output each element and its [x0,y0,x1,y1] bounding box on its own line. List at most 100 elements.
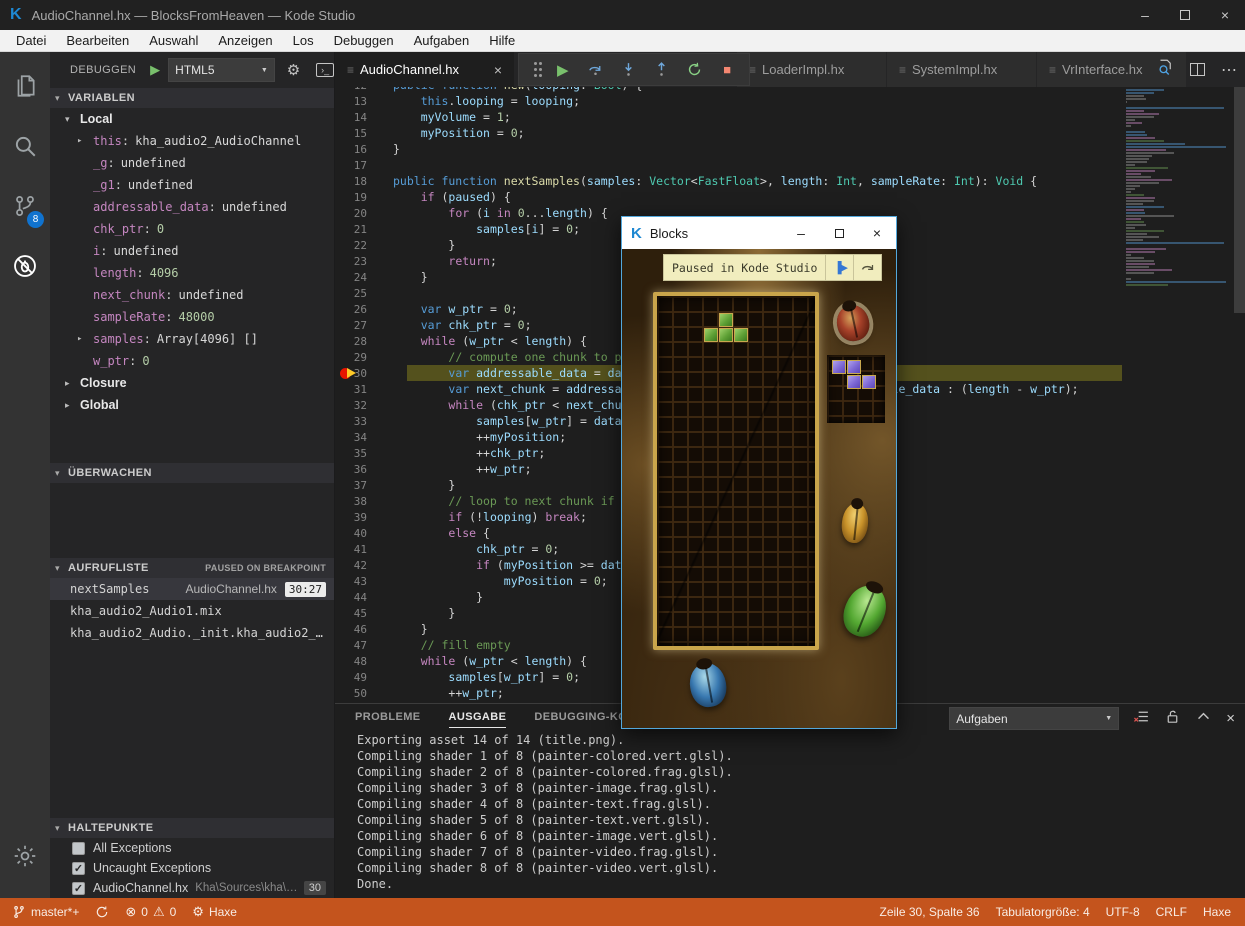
encoding[interactable]: UTF-8 [1098,905,1148,919]
scope-closure[interactable]: ▸ Closure [50,372,334,394]
code-line-13[interactable]: 13 this.looping = looping; [335,93,1245,109]
explorer-icon[interactable] [0,62,50,110]
cursor-position[interactable]: Zeile 30, Spalte 36 [872,905,988,919]
scope-global[interactable]: ▸ Global [50,394,334,416]
scope-local[interactable]: ▾ Local [50,108,334,130]
language-mode[interactable]: Haxe [1195,905,1239,919]
close-icon[interactable]: × [858,217,896,249]
menu-item-bearbeiten[interactable]: Bearbeiten [56,33,139,48]
variable-row[interactable]: next_chunk:undefined [50,284,334,306]
output-channel-select[interactable]: Aufgaben ▼ [949,707,1119,730]
stop-icon[interactable]: ■ [716,62,738,77]
variable-row[interactable]: sampleRate:48000 [50,306,334,328]
tab-audiochannel[interactable]: ≡ AudioChannel.hx × [335,52,515,87]
game-window[interactable]: K Blocks – × Paused in Kode Studio ▐▶ [621,216,897,729]
token: < [691,174,698,188]
tab-size[interactable]: Tabulatorgröße: 4 [988,905,1098,919]
lock-icon[interactable] [1164,708,1181,730]
callstack-frame[interactable]: kha_audio2_Audio1.mix [50,600,334,622]
code-line-18[interactable]: 18public function nextSamples(samples: V… [335,173,1245,189]
variable-row[interactable]: ▸this:kha_audio2_AudioChannel [50,130,334,152]
source-control-icon[interactable]: 8 [0,182,50,230]
debug-settings-gear-icon[interactable]: ⚙ [287,61,300,79]
callstack-frame[interactable]: kha_audio2_Audio._init.kha_audio2_… [50,622,334,644]
code-line-16[interactable]: 16} [335,141,1245,157]
tab-close-icon[interactable]: × [494,62,502,78]
haxe-server-item[interactable]: ⚙ Haxe [184,904,245,920]
panel-tab-probleme[interactable]: PROBLEME [355,711,421,727]
split-editor-icon[interactable] [1190,63,1205,76]
token: [ [525,414,532,428]
sync-item[interactable] [87,905,117,919]
minimap[interactable] [1122,87,1232,703]
indent [393,574,504,588]
debug-icon[interactable] [0,242,50,290]
step-into-icon[interactable] [618,61,640,78]
variable-row[interactable]: length:4096 [50,262,334,284]
toolbar-grip-icon[interactable] [534,68,537,71]
debug-config-select[interactable]: HTML5 ▼ [168,58,275,82]
menu-item-hilfe[interactable]: Hilfe [479,33,525,48]
breakpoint-row[interactable]: ✓AudioChannel.hxKha\Sources\kha\…30 [50,878,334,898]
maximize-icon[interactable] [820,217,858,249]
settings-gear-icon[interactable] [0,832,50,880]
more-actions-icon[interactable]: ⋯ [1221,60,1237,80]
variable-row[interactable]: ▸samples:Array[4096] [] [50,328,334,350]
search-icon[interactable] [0,122,50,170]
maximize-panel-icon[interactable] [1195,708,1212,730]
callstack-header[interactable]: ▾ AUFRUFLISTE PAUSED ON BREAKPOINT [50,558,334,578]
restart-icon[interactable] [683,61,705,78]
checkbox[interactable] [72,842,85,855]
game-canvas[interactable]: Paused in Kode Studio ▐▶ [622,249,896,728]
variable-row[interactable]: addressable_data:undefined [50,196,334,218]
menu-item-debuggen[interactable]: Debuggen [324,33,404,48]
variable-row[interactable]: i:undefined [50,240,334,262]
game-title-bar[interactable]: K Blocks – × [622,217,896,249]
clear-output-icon[interactable] [1133,708,1150,730]
open-preview-icon[interactable] [1156,58,1174,81]
breakpoint-row[interactable]: All Exceptions [50,838,334,858]
problems-item[interactable]: ⊗ 0 ⚠ 0 [117,904,184,920]
menu-item-datei[interactable]: Datei [6,33,56,48]
tab-systemimpl-hx[interactable]: ≡SystemImpl.hx [887,52,1037,87]
code-line-17[interactable]: 17 [335,157,1245,173]
panel-tab-ausgabe[interactable]: AUSGABE [449,711,507,728]
editor-scrollbar[interactable] [1234,87,1245,313]
menu-item-los[interactable]: Los [283,33,324,48]
menu-item-aufgaben[interactable]: Aufgaben [404,33,480,48]
eol[interactable]: CRLF [1148,905,1195,919]
code-line-15[interactable]: 15 myPosition = 0; [335,125,1245,141]
code-line-14[interactable]: 14 myVolume = 1; [335,109,1245,125]
callstack-frame[interactable]: nextSamplesAudioChannel.hx30:27 [50,578,334,600]
step-out-icon[interactable] [650,61,672,78]
continue-icon[interactable]: ▐▶ [825,255,853,280]
close-panel-icon[interactable]: × [1226,710,1235,727]
token: (! [462,510,483,524]
code-line-19[interactable]: 19 if (paused) { [335,189,1245,205]
debug-console-icon[interactable]: ›_ [316,63,334,77]
start-debug-icon[interactable]: ▶ [150,62,160,78]
minimize-icon[interactable]: – [782,217,820,249]
menu-item-anzeigen[interactable]: Anzeigen [208,33,282,48]
variable-row[interactable]: w_ptr:0 [50,350,334,372]
breakpoints-header[interactable]: ▾ HALTEPUNKTE [50,818,334,838]
maximize-icon[interactable] [1165,0,1205,30]
minimap-line [1126,116,1154,118]
watch-header[interactable]: ▾ ÜBERWACHEN [50,463,334,483]
checkbox-checked[interactable]: ✓ [72,882,85,895]
step-over-icon[interactable] [853,255,881,280]
minimap-line [1126,152,1174,154]
checkbox-checked[interactable]: ✓ [72,862,85,875]
menu-item-auswahl[interactable]: Auswahl [139,33,208,48]
continue-icon[interactable]: ▶ [552,61,574,79]
tab-loaderimpl-hx[interactable]: ≡LoaderImpl.hx [737,52,887,87]
step-over-icon[interactable] [585,61,607,78]
variable-row[interactable]: _g:undefined [50,152,334,174]
variables-header[interactable]: ▾ VARIABLEN [50,88,334,108]
breakpoint-row[interactable]: ✓Uncaught Exceptions [50,858,334,878]
variable-row[interactable]: _g1:undefined [50,174,334,196]
minimize-icon[interactable]: – [1125,0,1165,30]
variable-row[interactable]: chk_ptr:0 [50,218,334,240]
close-icon[interactable]: × [1205,0,1245,30]
git-branch-item[interactable]: master*+ [4,905,87,919]
